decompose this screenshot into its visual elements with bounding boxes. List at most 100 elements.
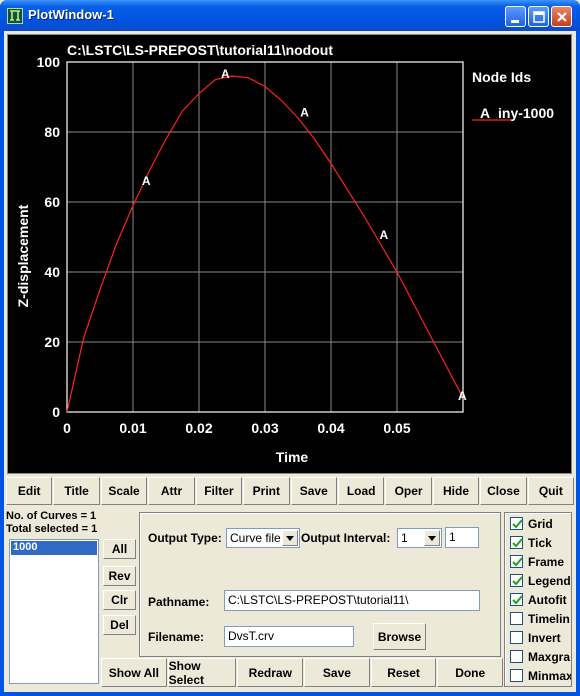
legend-series-name: iny-1000 [498,105,554,121]
checkbox-legend[interactable] [510,574,523,587]
title-bar[interactable]: PlotWindow-1 [0,0,580,31]
checkbox-timeline[interactable] [510,612,523,625]
y-axis-label: Z-displacement [15,204,31,307]
save-button[interactable]: Save [290,477,337,505]
oper-button[interactable]: Oper [385,477,432,505]
chevron-down-icon [428,536,436,541]
y-tick-label: 0 [52,404,60,420]
checkmark-icon [512,557,523,567]
close-window-button[interactable] [551,6,572,27]
close-button[interactable]: Close [480,477,527,505]
checkbox-frame[interactable] [510,555,523,568]
reverse-selection-button[interactable]: Rev [103,566,136,586]
command-bar: Edit Title Scale Attr Filter Print Save … [6,477,575,507]
quit-button[interactable]: Quit [527,477,575,505]
series-marker: A [142,174,151,188]
x-tick-label: 0.02 [185,420,212,436]
checkmark-icon [512,538,523,548]
checkmark-icon [512,576,523,586]
app-icon [7,8,23,24]
series-marker: A [221,67,230,81]
option-maxgraph[interactable]: Maxgra [510,648,570,665]
clear-selection-button[interactable]: Clr [103,590,136,610]
filename-input[interactable]: DvsT.crv [224,626,354,647]
option-invert[interactable]: Invert [510,629,561,646]
select-all-button[interactable]: All [103,539,136,559]
maximize-button[interactable] [528,6,549,27]
legend-title: Node Ids [472,69,531,85]
redraw-button[interactable]: Redraw [237,658,304,687]
window-title: PlotWindow-1 [28,7,114,22]
chart-title: C:\LSTC\LS-PREPOST\tutorial11\nodout [67,42,333,58]
chevron-down-icon [286,536,294,541]
checkbox-autofit[interactable] [510,593,523,606]
option-frame[interactable]: Frame [510,553,564,570]
checkmark-icon [512,519,523,529]
pathname-label: Pathname: [148,595,210,609]
checkbox-invert[interactable] [510,631,523,644]
series-marker: A [458,389,467,403]
y-tick-label: 80 [44,124,60,140]
minimize-icon [511,20,519,23]
pathname-input[interactable]: C:\LSTC\LS-PREPOST\tutorial11\ [224,590,480,611]
output-interval-input[interactable]: 1 [445,527,479,548]
x-tick-label: 0 [63,420,71,436]
option-legend[interactable]: Legend [510,572,571,589]
series-marker: A [300,106,309,120]
y-tick-label: 100 [37,54,61,70]
x-tick-label: 0.01 [119,420,146,436]
show-select-button[interactable]: Show Select [167,658,237,687]
delete-curve-button[interactable]: Del [103,615,136,635]
curve-count: No. of Curves = 1 [6,510,97,522]
output-type-select[interactable]: Curve file [226,528,300,548]
option-timeline[interactable]: Timelin [510,610,570,627]
output-interval-value: 1 [401,531,408,545]
legend-marker: A [480,105,490,121]
options-panel: Grid Tick Frame Legend Autofit Timelin I… [504,512,572,687]
attr-button[interactable]: Attr [148,477,195,505]
option-grid[interactable]: Grid [510,515,553,532]
browse-button[interactable]: Browse [373,623,426,650]
checkbox-minmax[interactable] [510,669,523,682]
action-bar: Show All Show Select Redraw Save Reset D… [101,658,504,688]
close-icon [557,12,567,22]
series-marker: A [379,228,388,242]
curve-panel: No. of Curves = 1 Total selected = 1 100… [5,508,100,684]
save-curve-button[interactable]: Save [304,658,370,687]
print-button[interactable]: Print [243,477,290,505]
client-area: 0 0.01 0.02 0.03 0.04 0.05 0 20 40 60 80 100 AAAAA … [4,31,576,692]
checkbox-grid[interactable] [510,517,523,530]
done-button[interactable]: Done [437,658,504,687]
checkbox-maxgraph[interactable] [510,650,523,663]
scale-button[interactable]: Scale [100,477,148,505]
minimize-button[interactable] [505,6,526,27]
option-minmax[interactable]: Minmax [510,667,571,684]
plot-canvas[interactable]: 0 0.01 0.02 0.03 0.04 0.05 0 20 40 60 80 100 AAAAA … [7,34,572,474]
x-tick-label: 0.05 [383,420,410,436]
line-chart: 0 0.01 0.02 0.03 0.04 0.05020406080100 AAAAA … [15,42,554,465]
show-all-button[interactable]: Show All [101,658,167,687]
x-axis-label: Time [276,449,309,465]
checkbox-tick[interactable] [510,536,523,549]
title-button[interactable]: Title [53,477,100,505]
maximize-icon [533,11,545,23]
plot-window: PlotWindow-1 0 0.01 0.02 0.03 0.04 0.05 0 20 40 6… [0,0,580,696]
load-button[interactable]: Load [337,477,385,505]
y-tick-label: 20 [44,334,60,350]
output-type-value: Curve file [230,531,281,545]
edit-button[interactable]: Edit [6,477,53,505]
y-tick-label: 40 [44,264,60,280]
selected-count: Total selected = 1 [6,523,98,535]
option-tick[interactable]: Tick [510,534,552,551]
hide-button[interactable]: Hide [432,477,480,505]
filter-button[interactable]: Filter [195,477,243,505]
x-tick-label: 0.04 [317,420,344,436]
option-autofit[interactable]: Autofit [510,591,567,608]
output-type-label: Output Type: [148,531,222,545]
curve-list[interactable]: 1000 [9,539,99,684]
list-item[interactable]: 1000 [11,541,97,555]
output-interval-select[interactable]: 1 [397,528,442,548]
x-tick-label: 0.03 [251,420,278,436]
checkmark-icon [512,595,523,605]
reset-button[interactable]: Reset [370,658,437,687]
